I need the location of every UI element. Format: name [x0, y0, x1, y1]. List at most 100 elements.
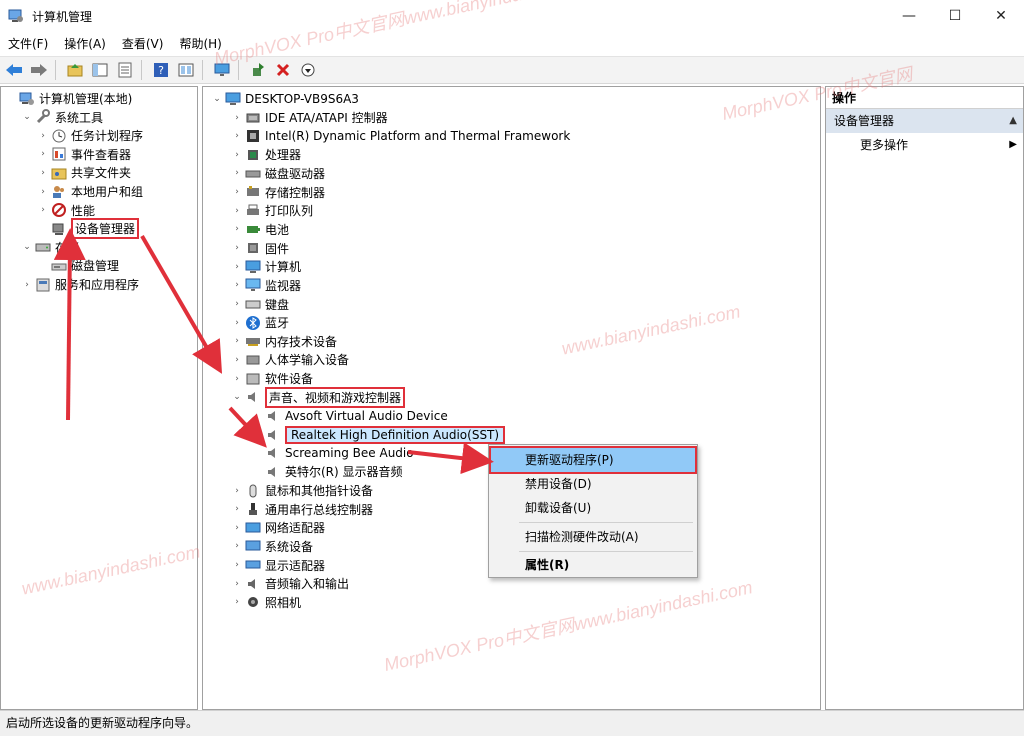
chevron-right-icon[interactable]: ›: [231, 486, 243, 496]
chevron-right-icon[interactable]: ›: [21, 280, 33, 290]
device-tree-item-row[interactable]: › 存储控制器: [231, 183, 325, 202]
chevron-right-icon[interactable]: ›: [231, 597, 243, 607]
chevron-right-icon[interactable]: ›: [231, 355, 243, 365]
device-tree-item-label: 英特尔(R) 显示器音频: [285, 465, 403, 480]
device-tree-item-row[interactable]: › 计算机: [231, 257, 301, 276]
chevron-right-icon[interactable]: ›: [37, 149, 49, 159]
device-tree-item-row[interactable]: 英特尔(R) 显示器音频: [251, 462, 403, 481]
chevron-right-icon[interactable]: ›: [231, 560, 243, 570]
minimize-button[interactable]: —: [886, 0, 932, 32]
device-tree-item-row[interactable]: › 人体学输入设备: [231, 350, 349, 369]
device-tree-item-row[interactable]: › 磁盘驱动器: [231, 164, 325, 183]
device-tree-item-row[interactable]: › 音频输入和输出: [231, 574, 349, 593]
update-driver-icon[interactable]: [247, 59, 269, 81]
device-tree-item-row[interactable]: › 网络适配器: [231, 518, 325, 537]
console-tree-item-row[interactable]: › 事件查看器: [37, 145, 131, 164]
chevron-right-icon[interactable]: ›: [231, 504, 243, 514]
back-arrow-icon[interactable]: [3, 59, 25, 81]
chevron-right-icon[interactable]: ›: [231, 374, 243, 384]
console-tree-item-row[interactable]: 计算机管理(本地): [5, 89, 132, 108]
chevron-down-icon[interactable]: ⌄: [21, 242, 33, 252]
chevron-right-icon[interactable]: ›: [231, 541, 243, 551]
chevron-right-icon[interactable]: ›: [231, 187, 243, 197]
device-tree-item-row[interactable]: ⌄ 声音、视频和游戏控制器: [231, 386, 406, 408]
ctx-update-driver[interactable]: 更新驱动程序(P): [489, 446, 697, 474]
console-tree-item-row[interactable]: 设备管理器: [37, 218, 140, 240]
help-icon[interactable]: ?: [150, 59, 172, 81]
device-tree-item-row[interactable]: › 照相机: [231, 593, 301, 612]
maximize-button[interactable]: ☐: [932, 0, 978, 32]
uninstall-x-icon[interactable]: [272, 59, 294, 81]
monitor-icon: [245, 277, 261, 293]
menu-action[interactable]: 操作(A): [56, 32, 114, 56]
device-tree-item-row[interactable]: › 系统设备: [231, 537, 313, 556]
chevron-right-icon[interactable]: ›: [231, 579, 243, 589]
device-tree-item-row[interactable]: › 打印队列: [231, 201, 313, 220]
console-tree-item-row[interactable]: › 任务计划程序: [37, 126, 143, 145]
device-tree-item-row[interactable]: Screaming Bee Audio: [251, 444, 414, 463]
device-tree-item-row[interactable]: › 处理器: [231, 145, 301, 164]
device-tree-item-row[interactable]: › Intel(R) Dynamic Platform and Thermal F…: [231, 127, 570, 146]
show-hide-tree-icon[interactable]: [89, 59, 111, 81]
chevron-right-icon[interactable]: ›: [231, 224, 243, 234]
actions-section-device-manager[interactable]: 设备管理器 ▲: [826, 109, 1023, 133]
ctx-scan-hardware[interactable]: 扫描检测硬件改动(A): [491, 525, 695, 549]
device-tree-item-row[interactable]: › 软件设备: [231, 369, 313, 388]
console-tree-item-row[interactable]: › 服务和应用程序: [21, 275, 139, 294]
ctx-uninstall-device[interactable]: 卸载设备(U): [491, 496, 695, 520]
chevron-right-icon[interactable]: ›: [231, 206, 243, 216]
chevron-right-icon[interactable]: ›: [231, 523, 243, 533]
device-tree-item-row[interactable]: › 内存技术设备: [231, 332, 337, 351]
chevron-right-icon[interactable]: ›: [231, 280, 243, 290]
monitor-icon[interactable]: [211, 59, 233, 81]
chevron-right-icon[interactable]: ›: [231, 150, 243, 160]
chevron-right-icon[interactable]: ›: [231, 336, 243, 346]
chevron-right-icon[interactable]: ›: [231, 262, 243, 272]
context-menu: 更新驱动程序(P) 禁用设备(D) 卸载设备(U) 扫描检测硬件改动(A) 属性…: [488, 444, 698, 578]
device-tree-item-row[interactable]: › 鼠标和其他指针设备: [231, 481, 373, 500]
ctx-properties[interactable]: 属性(R): [491, 553, 695, 577]
console-tree-item-row[interactable]: › 共享文件夹: [37, 163, 131, 182]
more-actions-item[interactable]: 更多操作 ▶: [826, 133, 1023, 157]
chevron-right-icon[interactable]: ›: [37, 131, 49, 141]
chevron-right-icon[interactable]: ›: [231, 113, 243, 123]
close-button[interactable]: ✕: [978, 0, 1024, 32]
device-tree-root[interactable]: ⌄ DESKTOP-VB9S6A3: [211, 89, 359, 108]
menu-file[interactable]: 文件(F): [0, 32, 56, 56]
chevron-right-icon[interactable]: ›: [37, 205, 49, 215]
device-tree-item-row[interactable]: › 显示适配器: [231, 556, 325, 575]
device-tree-item-row[interactable]: Realtek High Definition Audio(SST): [251, 425, 506, 444]
collapse-up-icon[interactable]: ▲: [1009, 109, 1017, 133]
menu-view[interactable]: 查看(V): [114, 32, 172, 56]
device-tree-item-row[interactable]: › 键盘: [231, 295, 289, 314]
console-tree-item-row[interactable]: ⌄ 系统工具: [21, 108, 103, 127]
chevron-right-icon[interactable]: ›: [231, 168, 243, 178]
device-tree-item-row[interactable]: › 蓝牙: [231, 313, 289, 332]
ctx-disable-device[interactable]: 禁用设备(D): [491, 472, 695, 496]
chevron-right-icon[interactable]: ›: [37, 187, 49, 197]
menu-help[interactable]: 帮助(H): [171, 32, 229, 56]
chevron-right-icon[interactable]: ›: [231, 243, 243, 253]
properties-icon[interactable]: [114, 59, 136, 81]
console-tree-item-row[interactable]: 磁盘管理: [37, 256, 119, 275]
console-tree-item-row[interactable]: › 本地用户和组: [37, 182, 143, 201]
chevron-right-icon[interactable]: ›: [231, 299, 243, 309]
device-tree-item-row[interactable]: › IDE ATA/ATAPI 控制器: [231, 108, 387, 127]
console-tree-item-row[interactable]: › 性能: [37, 201, 95, 220]
chevron-right-icon[interactable]: ›: [37, 168, 49, 178]
device-tree-item-row[interactable]: › 通用串行总线控制器: [231, 500, 373, 519]
device-tree-item-row[interactable]: › 固件: [231, 239, 289, 258]
download-icon[interactable]: [297, 59, 319, 81]
device-tree-item-row[interactable]: Avsoft Virtual Audio Device: [251, 406, 448, 425]
chevron-right-icon[interactable]: ›: [231, 131, 243, 141]
view-icon[interactable]: [175, 59, 197, 81]
device-tree-item-row[interactable]: › 监视器: [231, 276, 301, 295]
forward-arrow-icon[interactable]: [28, 59, 50, 81]
up-folder-icon[interactable]: [64, 59, 86, 81]
console-tree-item-row[interactable]: ⌄ 存储: [21, 238, 79, 257]
chevron-down-icon[interactable]: ⌄: [231, 392, 243, 402]
device-tree-item-row[interactable]: › 电池: [231, 220, 289, 239]
chevron-down-icon[interactable]: ⌄: [211, 94, 223, 104]
chevron-right-icon[interactable]: ›: [231, 318, 243, 328]
chevron-down-icon[interactable]: ⌄: [21, 112, 33, 122]
